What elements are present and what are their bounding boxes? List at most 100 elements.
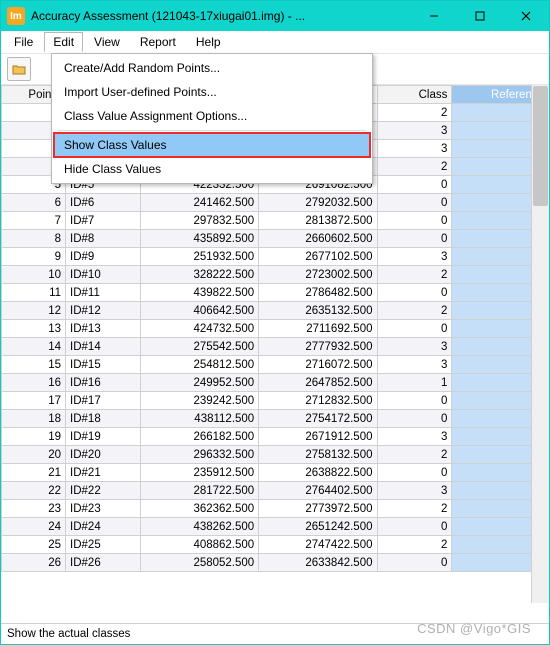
cell-point[interactable]: 25 [2,536,66,554]
cell-class[interactable]: 3 [377,140,452,158]
cell-y[interactable]: 2792032.500 [259,194,377,212]
cell-name[interactable]: ID#13 [66,320,141,338]
menu-report[interactable]: Report [131,32,185,52]
cell-class[interactable]: 0 [377,230,452,248]
table-row[interactable]: 9ID#9251932.5002677102.50033 [2,248,549,266]
cell-x[interactable]: 424732.500 [140,320,258,338]
table-row[interactable]: 8ID#8435892.5002660602.50000 [2,230,549,248]
cell-class[interactable]: 0 [377,284,452,302]
cell-y[interactable]: 2716072.500 [259,356,377,374]
cell-class[interactable]: 0 [377,194,452,212]
cell-name[interactable]: ID#17 [66,392,141,410]
cell-class[interactable]: 0 [377,176,452,194]
menu-item-class-value-options[interactable]: Class Value Assignment Options... [54,104,370,128]
cell-y[interactable]: 2747422.500 [259,536,377,554]
cell-x[interactable]: 408862.500 [140,536,258,554]
cell-point[interactable]: 9 [2,248,66,266]
cell-class[interactable]: 2 [377,446,452,464]
table-row[interactable]: 10ID#10328222.5002723002.50022 [2,266,549,284]
cell-class[interactable]: 3 [377,428,452,446]
cell-point[interactable]: 7 [2,212,66,230]
cell-x[interactable]: 266182.500 [140,428,258,446]
cell-point[interactable]: 17 [2,392,66,410]
menu-item-import-points[interactable]: Import User-defined Points... [54,80,370,104]
cell-point[interactable]: 18 [2,410,66,428]
menu-view[interactable]: View [85,32,129,52]
cell-x[interactable]: 296332.500 [140,446,258,464]
table-row[interactable]: 18ID#18438112.5002754172.5000 [2,410,549,428]
cell-x[interactable]: 406642.500 [140,302,258,320]
table-row[interactable]: 24ID#24438262.5002651242.5000 [2,518,549,536]
table-row[interactable]: 19ID#19266182.5002671912.5003 [2,428,549,446]
cell-name[interactable]: ID#16 [66,374,141,392]
cell-x[interactable]: 439822.500 [140,284,258,302]
minimize-button[interactable] [411,1,457,31]
menu-file[interactable]: File [5,32,42,52]
cell-class[interactable]: 0 [377,464,452,482]
table-row[interactable]: 11ID#11439822.5002786482.50000 [2,284,549,302]
cell-x[interactable]: 438112.500 [140,410,258,428]
cell-name[interactable]: ID#24 [66,518,141,536]
cell-class[interactable]: 3 [377,482,452,500]
table-row[interactable]: 15ID#15254812.5002716072.50030 [2,356,549,374]
cell-name[interactable]: ID#18 [66,410,141,428]
cell-point[interactable]: 14 [2,338,66,356]
menu-item-show-class-values[interactable]: Show Class Values [54,133,370,157]
table-row[interactable]: 22ID#22281722.5002764402.5003 [2,482,549,500]
cell-name[interactable]: ID#10 [66,266,141,284]
cell-name[interactable]: ID#11 [66,284,141,302]
cell-class[interactable]: 2 [377,266,452,284]
cell-name[interactable]: ID#20 [66,446,141,464]
cell-y[interactable]: 2711692.500 [259,320,377,338]
cell-point[interactable]: 26 [2,554,66,572]
table-row[interactable]: 26ID#26258052.5002633842.5000 [2,554,549,572]
cell-name[interactable]: ID#6 [66,194,141,212]
col-header-class[interactable]: Class [377,86,452,104]
open-button[interactable] [7,57,31,81]
cell-x[interactable]: 249952.500 [140,374,258,392]
menu-item-hide-class-values[interactable]: Hide Class Values [54,157,370,181]
maximize-button[interactable] [457,1,503,31]
scrollbar-thumb[interactable] [533,86,548,206]
cell-x[interactable]: 251932.500 [140,248,258,266]
table-row[interactable]: 6ID#6241462.5002792032.50001 [2,194,549,212]
cell-y[interactable]: 2754172.500 [259,410,377,428]
cell-class[interactable]: 0 [377,410,452,428]
cell-y[interactable]: 2671912.500 [259,428,377,446]
cell-class[interactable]: 0 [377,212,452,230]
table-row[interactable]: 7ID#7297832.5002813872.50000 [2,212,549,230]
cell-point[interactable]: 19 [2,428,66,446]
menu-help[interactable]: Help [187,32,230,52]
table-row[interactable]: 14ID#14275542.5002777932.50032 [2,338,549,356]
cell-x[interactable]: 328222.500 [140,266,258,284]
cell-name[interactable]: ID#26 [66,554,141,572]
cell-y[interactable]: 2723002.500 [259,266,377,284]
cell-y[interactable]: 2773972.500 [259,500,377,518]
cell-point[interactable]: 22 [2,482,66,500]
cell-x[interactable]: 297832.500 [140,212,258,230]
close-button[interactable] [503,1,549,31]
cell-name[interactable]: ID#23 [66,500,141,518]
cell-y[interactable]: 2786482.500 [259,284,377,302]
cell-x[interactable]: 362362.500 [140,500,258,518]
cell-point[interactable]: 8 [2,230,66,248]
cell-y[interactable]: 2712832.500 [259,392,377,410]
cell-name[interactable]: ID#12 [66,302,141,320]
cell-class[interactable]: 0 [377,554,452,572]
cell-y[interactable]: 2635132.500 [259,302,377,320]
table-row[interactable]: 16ID#16249952.5002647852.50012 [2,374,549,392]
cell-point[interactable]: 13 [2,320,66,338]
cell-y[interactable]: 2651242.500 [259,518,377,536]
cell-name[interactable]: ID#15 [66,356,141,374]
cell-name[interactable]: ID#14 [66,338,141,356]
cell-class[interactable]: 2 [377,536,452,554]
cell-point[interactable]: 12 [2,302,66,320]
cell-point[interactable]: 15 [2,356,66,374]
cell-class[interactable]: 3 [377,356,452,374]
cell-class[interactable]: 1 [377,374,452,392]
cell-point[interactable]: 10 [2,266,66,284]
cell-y[interactable]: 2677102.500 [259,248,377,266]
table-row[interactable]: 17ID#17239242.5002712832.5000 [2,392,549,410]
cell-class[interactable]: 2 [377,104,452,122]
cell-point[interactable]: 21 [2,464,66,482]
